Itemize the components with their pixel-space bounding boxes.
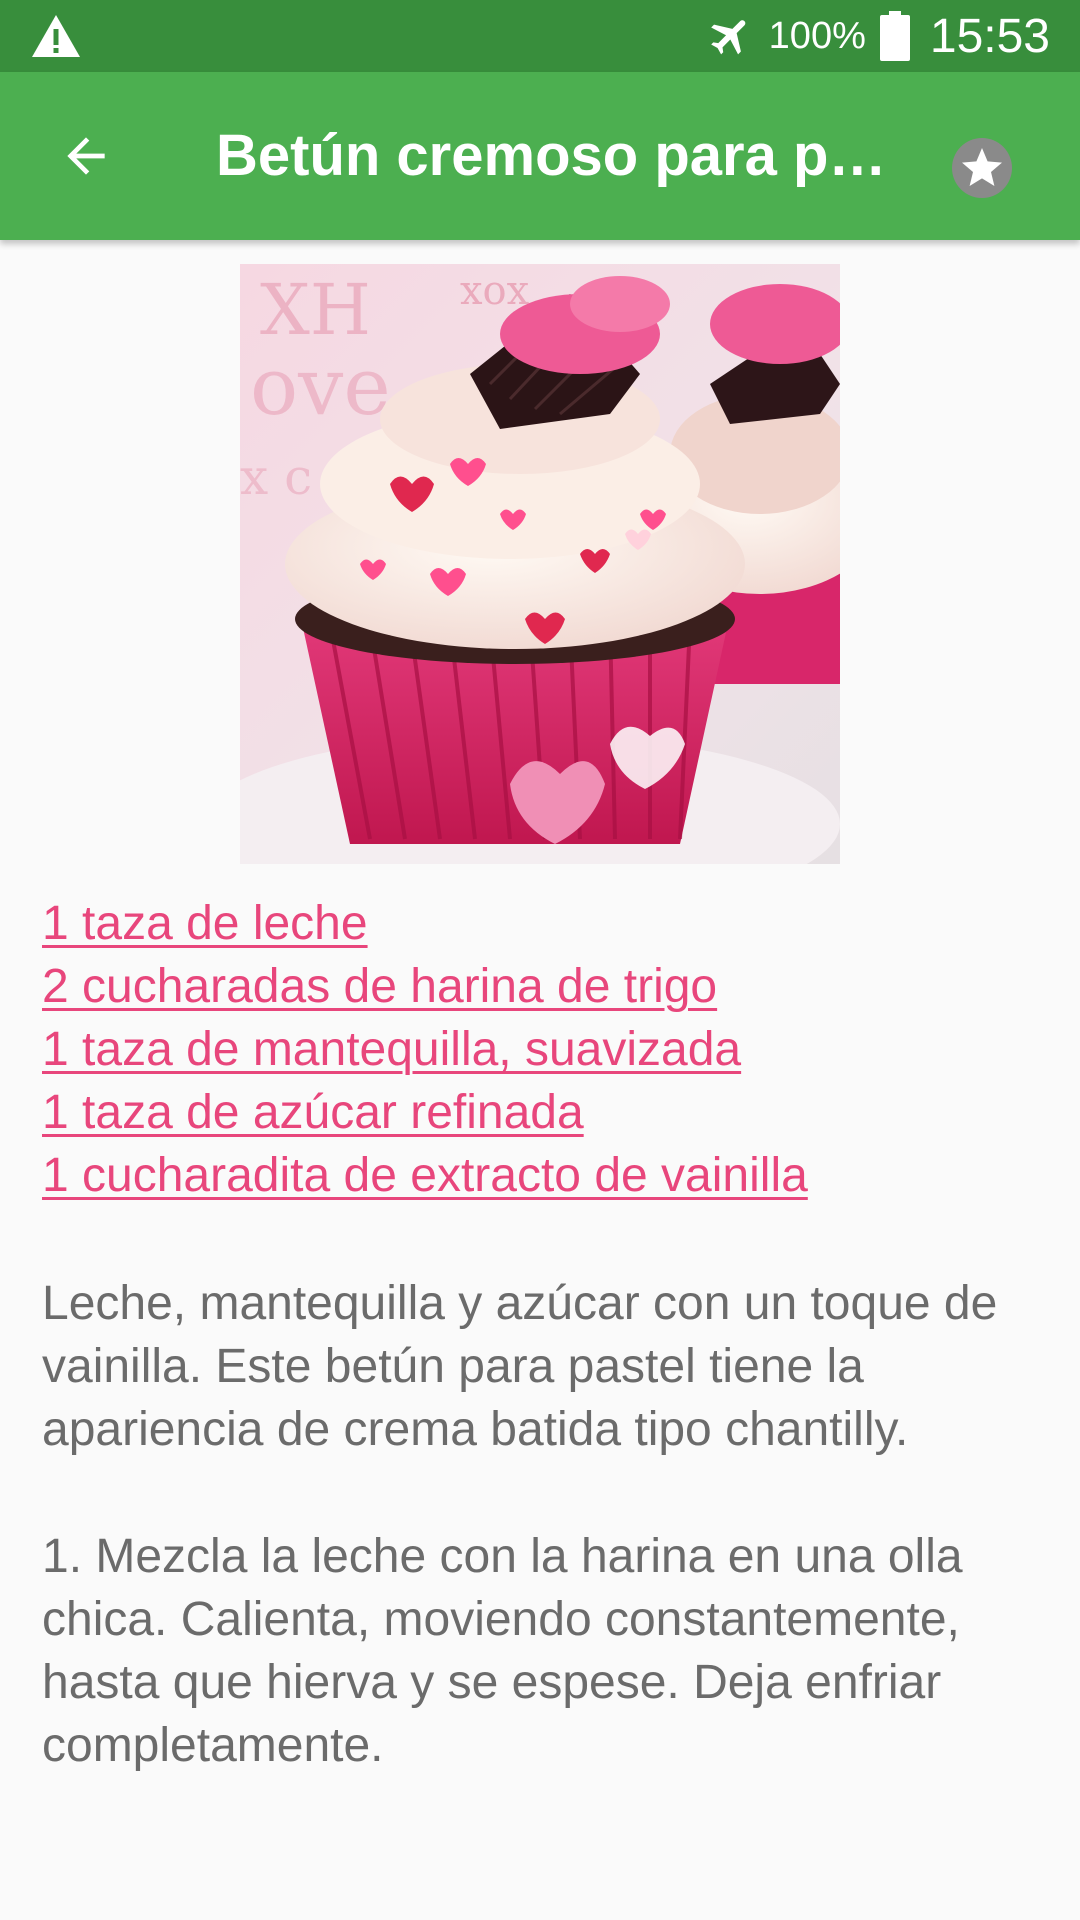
favorite-button[interactable] (934, 120, 1030, 216)
page-title: Betún cremoso para pastel (216, 123, 896, 188)
ingredient-link[interactable]: 1 taza de mantequilla, suavizada (42, 1018, 1042, 1081)
ingredients-list: 1 taza de leche 2 cucharadas de harina d… (42, 892, 1042, 1207)
ingredient-link[interactable]: 1 taza de leche (42, 892, 1042, 955)
status-bar: 100% 15:53 (0, 0, 1080, 72)
ingredient-link[interactable]: 2 cucharadas de harina de trigo (42, 955, 1042, 1018)
recipe-description: Leche, mantequilla y azúcar con un toque… (42, 1277, 998, 1456)
ingredient-link[interactable]: 1 cucharadita de extracto de vainilla (42, 1144, 1042, 1207)
status-indicators: 100% 15:53 (707, 0, 1050, 72)
ingredient-link[interactable]: 1 taza de azúcar refinada (42, 1081, 1042, 1144)
star-icon (952, 138, 1012, 198)
clock: 15:53 (929, 9, 1050, 63)
warning-icon (32, 15, 80, 57)
airplane-mode-icon (710, 20, 745, 55)
svg-text:x c: x c (240, 448, 312, 506)
svg-text:XH: XH (260, 269, 371, 351)
recipe-photo: XH ove xox x c (240, 264, 840, 864)
arrow-back-icon (67, 137, 105, 175)
battery-percentage: 100% (768, 14, 866, 57)
recipe-content: XH ove xox x c 1 taza de leche 2 cuchara… (0, 240, 1080, 1920)
app-bar: Betún cremoso para pastel (0, 72, 1080, 240)
cupcake-image: XH ove xox x c (240, 264, 840, 864)
battery-icon (879, 11, 910, 61)
recipe-step: 1. Mezcla la leche con la harina en una … (42, 1530, 963, 1772)
svg-text:ove: ove (250, 340, 391, 433)
svg-text:xox: xox (460, 268, 530, 314)
back-button[interactable] (40, 110, 132, 202)
